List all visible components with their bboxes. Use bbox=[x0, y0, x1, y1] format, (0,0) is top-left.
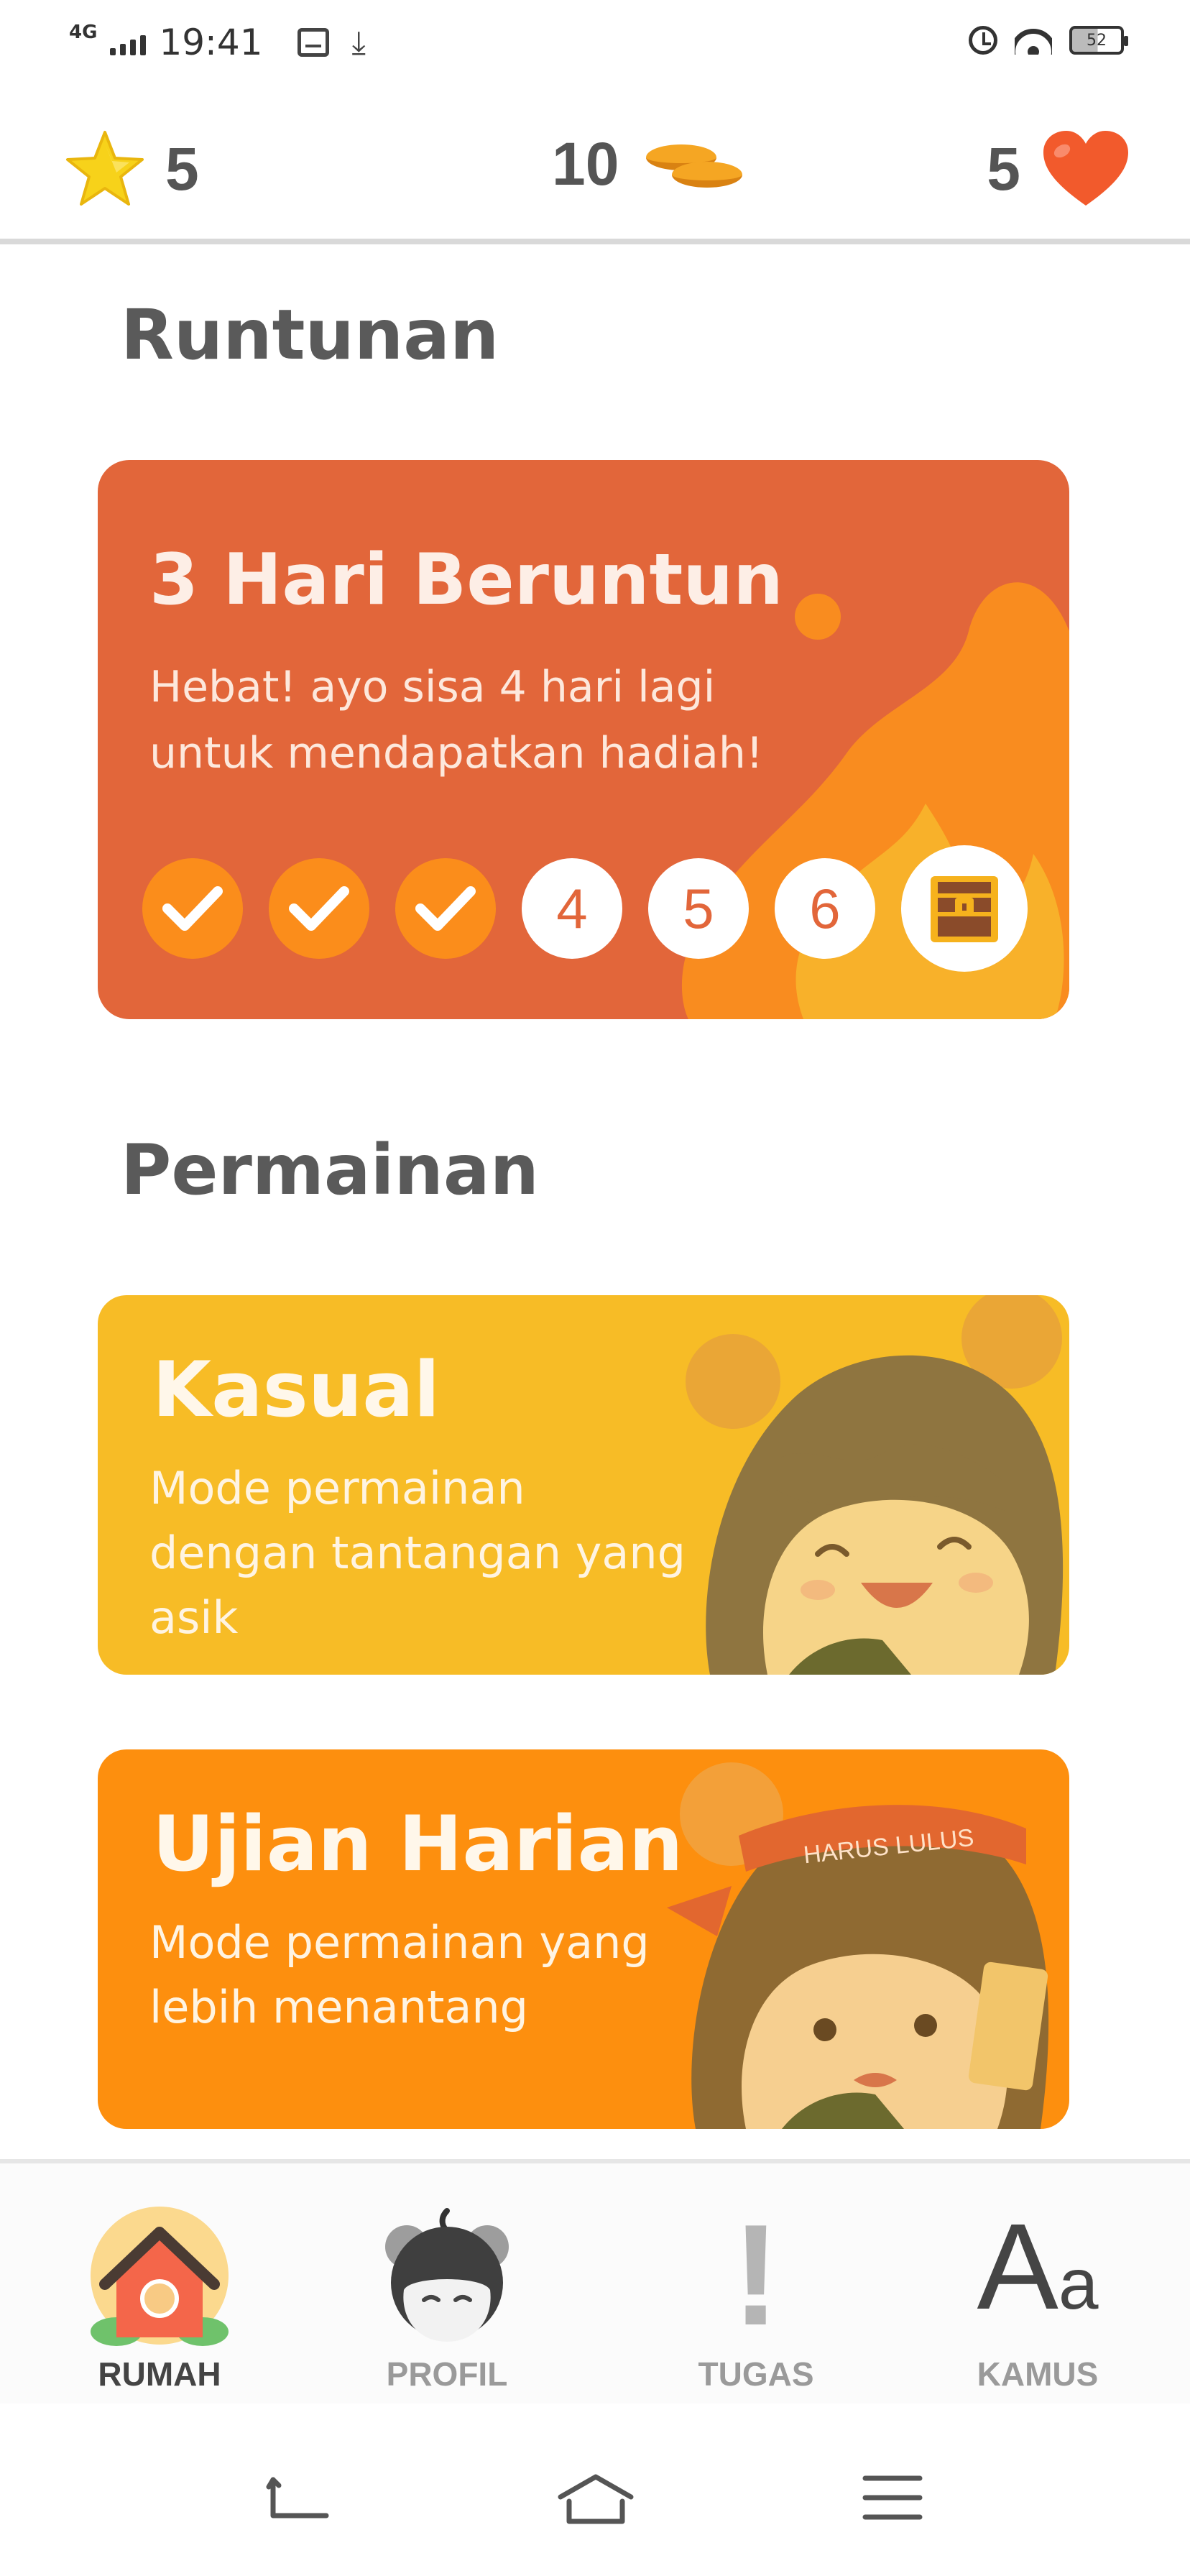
dictionary-icon: Aa bbox=[966, 2199, 1110, 2347]
notification-icon bbox=[297, 28, 329, 57]
coins-icon bbox=[639, 136, 747, 193]
nav-item-tugas[interactable]: ! TUGAS bbox=[648, 2204, 864, 2393]
girl-studying-illustration: HARUS LULUS bbox=[667, 1762, 1049, 2129]
nav-label-rumah: RUMAH bbox=[98, 2355, 221, 2393]
treasure-chest-icon bbox=[931, 876, 998, 942]
battery-icon: 52 bbox=[1069, 26, 1128, 55]
day-4: 4 bbox=[522, 858, 622, 959]
casual-mode-title: Kasual bbox=[152, 1346, 441, 1434]
heart-icon bbox=[1043, 131, 1128, 206]
day-6: 6 bbox=[775, 858, 875, 959]
check-icon bbox=[415, 886, 476, 931]
network-type: 4G bbox=[69, 22, 98, 43]
streak-section-title: Runtunan bbox=[121, 295, 499, 375]
hearts-count: 5 bbox=[987, 134, 1020, 203]
girl-happy-illustration bbox=[686, 1295, 1064, 1675]
casual-mode-description: Mode permainan dengan tantangan yang asi… bbox=[149, 1462, 686, 1644]
nav-label-kamus: KAMUS bbox=[977, 2355, 1099, 2393]
check-icon bbox=[162, 886, 223, 931]
streak-days: 4 5 6 bbox=[142, 845, 1028, 972]
avatar-icon bbox=[375, 2204, 519, 2347]
status-left: 4G 19:41 ⤓ bbox=[69, 22, 366, 63]
stars-count: 5 bbox=[165, 134, 199, 203]
nav-label-profil: PROFIL bbox=[386, 2355, 508, 2393]
stats-bar: 5 10 5 bbox=[0, 93, 1190, 244]
back-icon[interactable] bbox=[266, 2472, 331, 2523]
streak-card[interactable]: 3 Hari Beruntun Hebat! ayo sisa 4 hari l… bbox=[98, 460, 1069, 1019]
house-icon bbox=[88, 2204, 231, 2347]
day-2-check bbox=[269, 858, 369, 959]
streak-subtitle: Hebat! ayo sisa 4 hari lagi untuk mendap… bbox=[149, 662, 764, 778]
streak-title: 3 Hari Beruntun bbox=[149, 539, 783, 621]
nav-item-rumah[interactable]: RUMAH bbox=[52, 2204, 267, 2393]
daily-test-mode-description: Mode permainan yang lebih menantang bbox=[149, 1916, 650, 2033]
system-navigation bbox=[0, 2404, 1190, 2576]
status-time: 19:41 bbox=[159, 22, 263, 63]
download-icon: ⤓ bbox=[351, 24, 366, 61]
battery-level: 52 bbox=[1087, 31, 1107, 50]
home-icon[interactable] bbox=[556, 2472, 635, 2526]
dictionary-glyph: A bbox=[977, 2199, 1058, 2335]
menu-icon[interactable] bbox=[862, 2472, 923, 2523]
hearts-stat[interactable]: 5 bbox=[987, 129, 1131, 208]
exclamation-icon: ! bbox=[732, 2195, 780, 2355]
signal-icon bbox=[110, 29, 147, 55]
games-section-title: Permainan bbox=[121, 1130, 539, 1210]
wifi-icon bbox=[1015, 26, 1052, 55]
nav-item-kamus[interactable]: Aa KAMUS bbox=[930, 2199, 1145, 2393]
day-1-check bbox=[142, 858, 243, 959]
nav-label-tugas: TUGAS bbox=[698, 2355, 814, 2393]
star-icon bbox=[66, 131, 144, 206]
daily-test-mode-card[interactable]: HARUS LULUS Ujian Harian Mode permainan … bbox=[98, 1749, 1069, 2129]
casual-mode-card[interactable]: Kasual Mode permainan dengan tantangan y… bbox=[98, 1295, 1069, 1675]
daily-test-mode-title: Ujian Harian bbox=[152, 1800, 683, 1888]
bottom-navigation: RUMAH PROFIL ! TUGAS Aa KAMUS bbox=[0, 2159, 1190, 2404]
status-right: 52 bbox=[969, 26, 1128, 55]
nav-item-profil[interactable]: PROFIL bbox=[339, 2204, 555, 2393]
check-icon bbox=[289, 886, 349, 931]
status-bar: 4G 19:41 ⤓ 52 bbox=[0, 0, 1190, 93]
day-3-check bbox=[395, 858, 496, 959]
reward-chest[interactable] bbox=[901, 845, 1028, 972]
coins-stat[interactable]: 10 bbox=[552, 129, 747, 199]
coins-count: 10 bbox=[552, 130, 619, 198]
day-5: 5 bbox=[648, 858, 749, 959]
alarm-icon bbox=[969, 26, 997, 55]
dictionary-glyph-small: a bbox=[1058, 2244, 1099, 2324]
stars-stat[interactable]: 5 bbox=[65, 129, 199, 208]
